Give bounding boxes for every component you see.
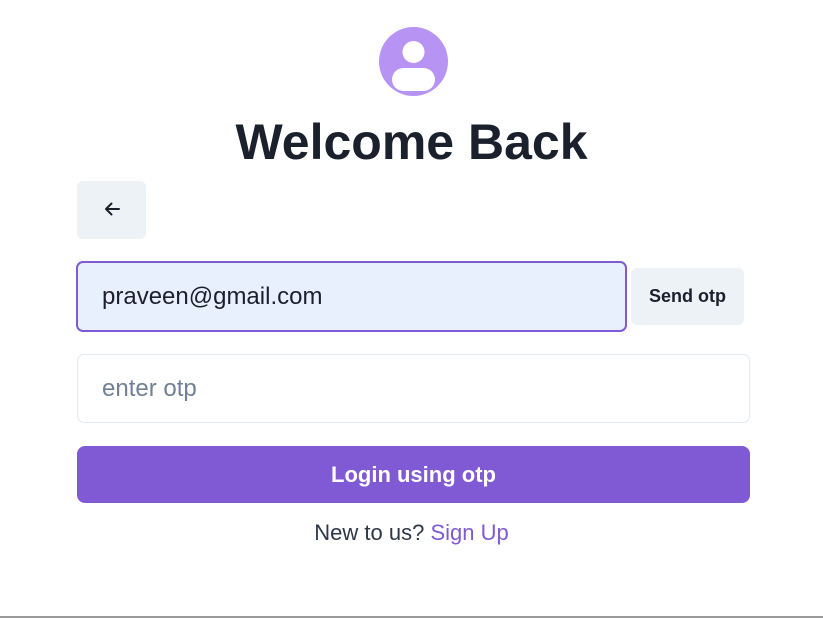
arrow-left-icon (103, 200, 121, 221)
login-page: Welcome Back Send otp Login using otp Ne… (0, 0, 823, 618)
signup-prompt: New to us? (314, 520, 425, 545)
login-using-otp-button[interactable]: Login using otp (77, 446, 750, 503)
page-title: Welcome Back (235, 114, 588, 170)
user-avatar-icon (379, 27, 448, 96)
email-field[interactable] (76, 261, 627, 332)
back-button[interactable] (77, 181, 146, 239)
signup-row: New to us? Sign Up (0, 519, 823, 547)
sign-up-link[interactable]: Sign Up (430, 520, 508, 545)
send-otp-button[interactable]: Send otp (631, 268, 744, 325)
otp-field[interactable] (77, 354, 750, 423)
